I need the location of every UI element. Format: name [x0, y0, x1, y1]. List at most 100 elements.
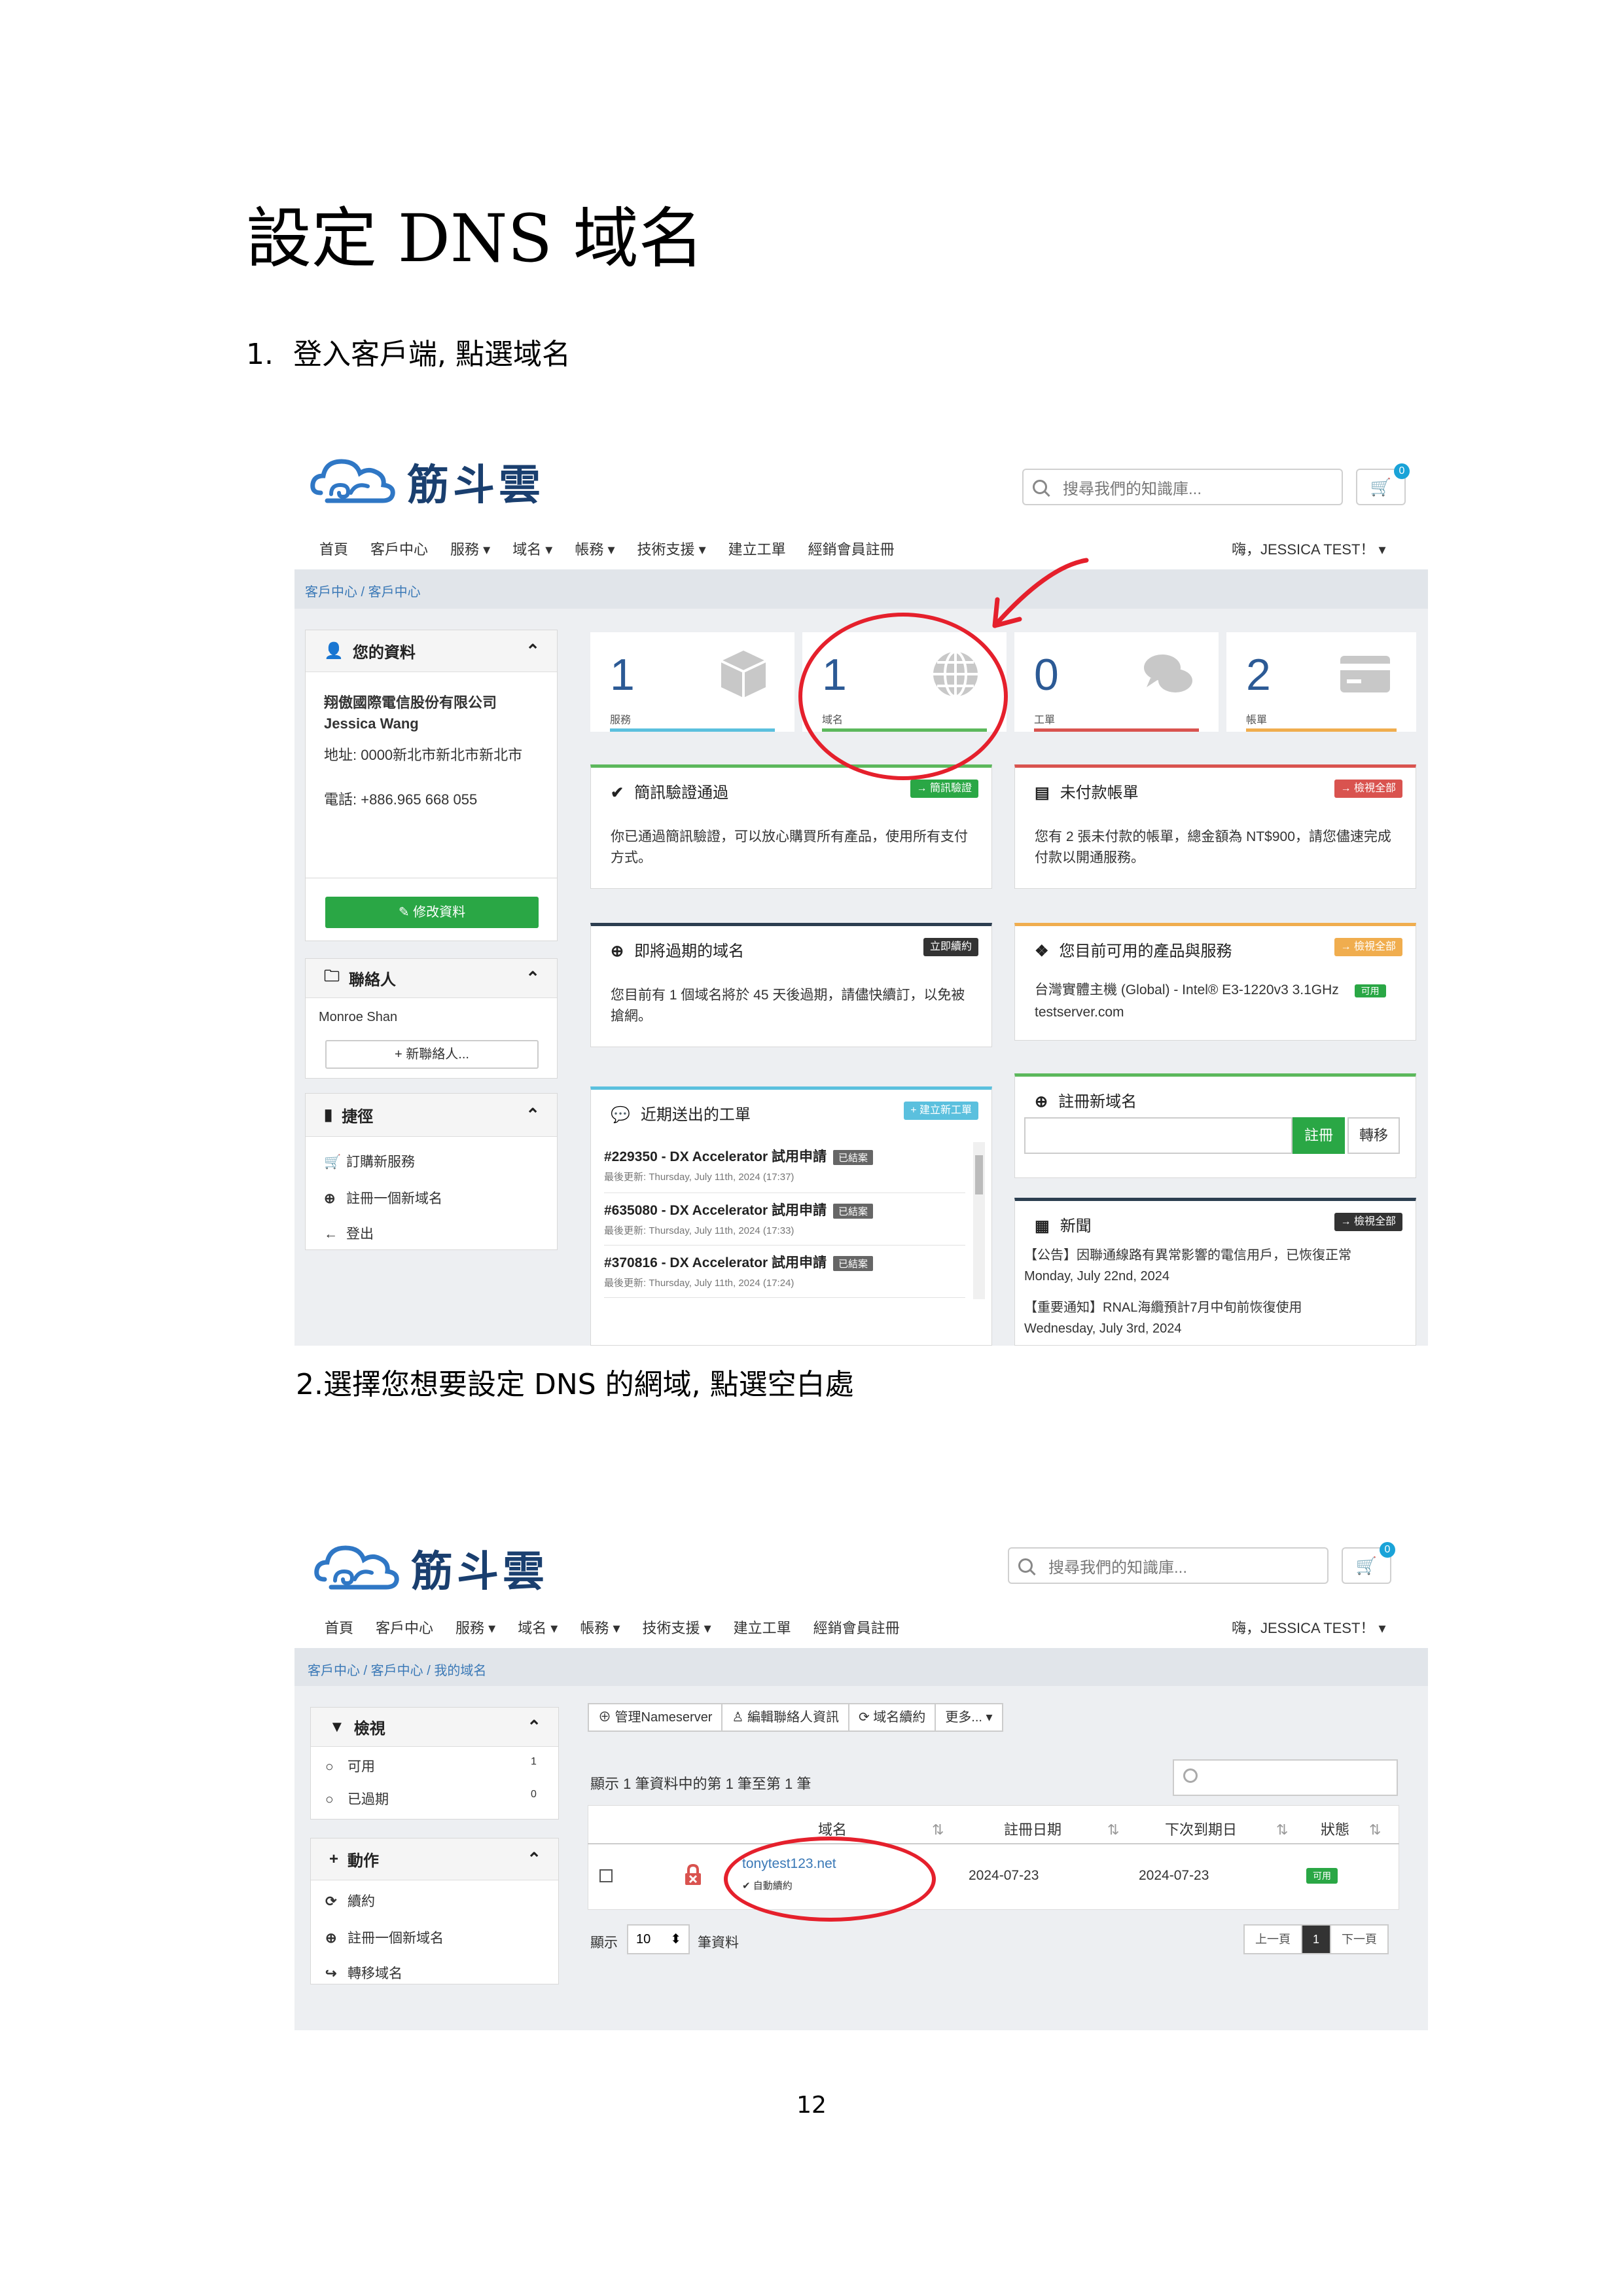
- collapse-chevron-icon[interactable]: ⌃: [527, 1717, 541, 1737]
- sort-icon: ⇅: [1369, 1821, 1382, 1838]
- news-item-title[interactable]: 【公告】因聯通線路有異常影響的電信用戶，已恢復正常: [1024, 1246, 1351, 1265]
- edit-profile-button[interactable]: ✎ 修改資料: [325, 897, 539, 928]
- step-2-instruction: 2.選擇您想要設定 DNS 的網域, 點選空白處: [296, 1368, 854, 1401]
- collapse-chevron-icon[interactable]: ⌃: [526, 641, 540, 661]
- pagination-prev[interactable]: 上一頁: [1245, 1926, 1302, 1953]
- new-contact-button[interactable]: + 新聯絡人...: [325, 1040, 539, 1069]
- nav-reseller-register[interactable]: 經銷會員註冊: [813, 1617, 900, 1638]
- news-item-title[interactable]: 【重要通知】RNAL海纜預計7月中旬前恢復使用: [1024, 1298, 1302, 1318]
- shortcut-order-service[interactable]: 🛒 訂購新服務: [324, 1151, 415, 1171]
- stat-tickets-count: 0: [1034, 650, 1059, 700]
- nav-domains[interactable]: 域名 ▾: [518, 1617, 558, 1638]
- shortcuts-panel-header[interactable]: ▮ 捷徑 ⌃: [306, 1094, 557, 1137]
- nav-services[interactable]: 服務 ▾: [450, 538, 490, 559]
- ticket-item[interactable]: #229350 - DX Accelerator 試用申請 已結案 最後更新: T…: [604, 1139, 965, 1193]
- cart-icon: 🛒: [324, 1155, 342, 1170]
- cart-button[interactable]: 🛒 0: [1342, 1542, 1395, 1584]
- shortcut-logout[interactable]: ← 登出: [324, 1223, 374, 1243]
- stat-services[interactable]: 1 服務: [590, 632, 794, 732]
- action-register-domain[interactable]: ⊕ 註冊一個新域名: [325, 1928, 444, 1947]
- contact-item[interactable]: Monroe Shan: [319, 1007, 397, 1027]
- shortcuts-panel-title: 捷徑: [342, 1108, 374, 1126]
- collapse-chevron-icon[interactable]: ⌃: [526, 1105, 540, 1125]
- sms-verify-button[interactable]: → 簡訊驗證: [910, 780, 978, 798]
- actions-panel-header[interactable]: + 動作 ⌃: [311, 1839, 558, 1880]
- col-due-date[interactable]: 下次到期日 ⇅: [1165, 1818, 1288, 1839]
- action-transfer-domain[interactable]: ↪ 轉移域名: [325, 1963, 402, 1982]
- new-ticket-button[interactable]: + 建立新工單: [904, 1102, 978, 1120]
- nav-home[interactable]: 首頁: [325, 1617, 353, 1638]
- edit-contact-button[interactable]: ♙ 編輯聯絡人資訊: [722, 1704, 849, 1731]
- stat-tickets-bar: [1034, 728, 1199, 732]
- knowledgebase-search-input[interactable]: 搜尋我們的知識庫...: [1008, 1547, 1329, 1584]
- transfer-domain-button[interactable]: 轉移: [1347, 1117, 1400, 1154]
- unpaid-card-text: 您有 2 張未付款的帳單，總金額為 NT$900，請您儘速完成付款以開通服務。: [1035, 829, 1391, 865]
- stat-invoices[interactable]: 2 帳單: [1226, 632, 1416, 732]
- breadcrumb[interactable]: 客戶中心 / 客戶中心: [305, 581, 421, 600]
- contacts-panel-header[interactable]: 🗀 聯絡人 ⌃: [306, 959, 557, 998]
- ticket-item[interactable]: #635080 - DX Accelerator 試用申請 已結案 最後更新: T…: [604, 1193, 965, 1246]
- shortcut-register-domain[interactable]: ⊕ 註冊一個新域名: [324, 1188, 442, 1208]
- register-domain-button[interactable]: 註冊: [1293, 1117, 1345, 1154]
- filter-panel-header[interactable]: ▼ 檢視 ⌃: [311, 1708, 558, 1747]
- collapse-chevron-icon[interactable]: ⌃: [526, 968, 540, 988]
- pagination-page-1[interactable]: 1: [1302, 1926, 1332, 1953]
- nav-open-ticket[interactable]: 建立工單: [728, 538, 786, 559]
- nav-support[interactable]: 技術支援 ▾: [643, 1617, 711, 1638]
- news-item-date: Wednesday, July 3rd, 2024: [1024, 1321, 1182, 1336]
- active-products-card: ❖ 您目前可用的產品與服務 → 檢視全部 台灣實體主機 (Global) - In…: [1014, 923, 1416, 1041]
- tickets-scrollbar[interactable]: [973, 1142, 985, 1299]
- cart-button[interactable]: 🛒 0: [1356, 463, 1410, 505]
- pagination: 上一頁 1 下一頁: [1243, 1924, 1389, 1954]
- nav-billing[interactable]: 帳務 ▾: [575, 538, 615, 559]
- nav-open-ticket[interactable]: 建立工單: [734, 1617, 791, 1638]
- more-actions-dropdown[interactable]: 更多... ▾: [936, 1704, 1001, 1731]
- row-checkbox[interactable]: [599, 1869, 613, 1882]
- stat-invoices-label: 帳單: [1246, 715, 1268, 726]
- manage-nameserver-button[interactable]: ⊕ 管理Nameserver: [589, 1704, 723, 1731]
- product-item[interactable]: 台灣實體主機 (Global) - Intel® E3-1220v3 3.1GH…: [1035, 980, 1396, 1001]
- nav-billing[interactable]: 帳務 ▾: [580, 1617, 620, 1638]
- credit-card-icon: [1340, 656, 1390, 692]
- plus-icon: +: [329, 1850, 339, 1868]
- nav-client-area[interactable]: 客戶中心: [376, 1617, 433, 1638]
- bookmark-icon: ▮: [324, 1106, 333, 1124]
- nav-reseller-register[interactable]: 經銷會員註冊: [808, 538, 895, 559]
- profile-panel-header[interactable]: 👤 您的資料 ⌃: [306, 630, 557, 672]
- col-status[interactable]: 狀態 ⇅: [1321, 1818, 1381, 1839]
- stat-tickets[interactable]: 0 工單: [1014, 632, 1219, 732]
- filter-active[interactable]: ○ 可用: [325, 1756, 375, 1776]
- pagination-next[interactable]: 下一頁: [1331, 1926, 1387, 1953]
- filter-expired[interactable]: ○ 已過期: [325, 1789, 389, 1808]
- domain-status-badge: 可用: [1306, 1868, 1338, 1884]
- main-nav: 首頁 客戶中心 服務 ▾ 域名 ▾ 帳務 ▾ 技術支援 ▾ 建立工單 經銷會員註…: [325, 1617, 922, 1638]
- page-size-select[interactable]: 10 ⬍: [627, 1924, 690, 1954]
- radio-icon: ○: [325, 1792, 334, 1807]
- nav-home[interactable]: 首頁: [319, 538, 348, 559]
- user-menu[interactable]: 嗨，JESSICA TEST！ ▾: [1232, 1617, 1386, 1638]
- renew-domain-button[interactable]: ⟳ 域名續約: [849, 1704, 936, 1731]
- table-search-input[interactable]: [1173, 1759, 1398, 1796]
- nav-support[interactable]: 技術支援 ▾: [637, 538, 706, 559]
- ticket-item[interactable]: #370816 - DX Accelerator 試用申請 已結案 最後更新: T…: [604, 1246, 965, 1298]
- nav-services[interactable]: 服務 ▾: [455, 1617, 495, 1638]
- site-logo[interactable]: 筋斗雲: [308, 452, 544, 512]
- knowledgebase-search-input[interactable]: 搜尋我們的知識庫...: [1022, 469, 1343, 505]
- scrollbar-thumb[interactable]: [975, 1155, 983, 1194]
- step-1-text: 登入客戶端, 點選域名: [293, 338, 571, 371]
- filter-expired-count: 0: [531, 1789, 537, 1800]
- domain-search-input[interactable]: [1024, 1117, 1293, 1154]
- collapse-chevron-icon[interactable]: ⌃: [527, 1849, 541, 1869]
- folder-icon: 🗀: [324, 967, 340, 985]
- user-menu[interactable]: 嗨，JESSICA TEST！ ▾: [1232, 538, 1386, 559]
- breadcrumb[interactable]: 客戶中心 / 客戶中心 / 我的域名: [308, 1660, 486, 1679]
- renew-now-button[interactable]: 立即續約: [923, 938, 978, 956]
- col-reg-date[interactable]: 註冊日期 ⇅: [1004, 1818, 1119, 1839]
- action-renew[interactable]: ⟳ 續約: [325, 1891, 375, 1910]
- news-view-all-button[interactable]: → 檢視全部: [1334, 1213, 1402, 1231]
- products-view-all-button[interactable]: → 檢視全部: [1334, 938, 1402, 956]
- nav-client-area[interactable]: 客戶中心: [370, 538, 428, 559]
- unpaid-view-all-button[interactable]: → 檢視全部: [1334, 780, 1402, 798]
- site-logo[interactable]: 筋斗雲: [312, 1538, 548, 1598]
- nav-domains[interactable]: 域名 ▾: [512, 538, 552, 559]
